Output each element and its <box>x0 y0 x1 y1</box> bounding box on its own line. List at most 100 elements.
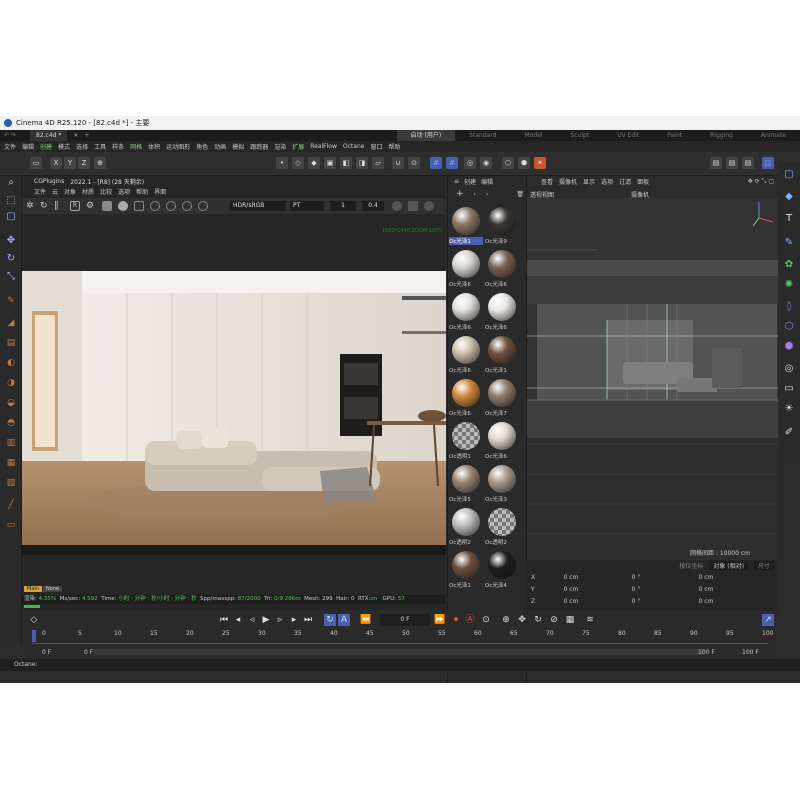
size-field[interactable]: 0 cm <box>671 574 741 581</box>
material-item[interactable]: Oc光泽1 <box>448 205 484 248</box>
layout-tab-uvedit[interactable]: UV Edit <box>603 130 653 141</box>
add-tab-icon[interactable]: + <box>84 132 89 139</box>
region-render-icon[interactable]: R <box>70 201 80 211</box>
pick-focus-icon[interactable] <box>150 201 160 211</box>
kernel-select[interactable]: PT <box>290 201 324 211</box>
coordinate-mode-select[interactable]: 对象 (相对) <box>709 561 748 570</box>
rotation-field[interactable]: 0 ° <box>601 598 671 605</box>
menu-animate[interactable]: 动画 <box>214 142 226 151</box>
rotation-field[interactable]: 0 ° <box>601 574 671 581</box>
prev-frame-icon[interactable]: ◃ <box>246 614 258 626</box>
rotation-field[interactable]: 0 ° <box>601 586 671 593</box>
menu-render[interactable]: 渲染 <box>274 142 286 151</box>
snap-icon[interactable]: ⊙ <box>408 157 420 169</box>
keyframe-diamond-icon[interactable]: ◇ <box>28 614 40 626</box>
material-item[interactable]: Oc光泽6 <box>448 291 484 334</box>
material-item[interactable]: Oc透明2 <box>448 506 484 549</box>
range-start-field-b[interactable]: 0 F <box>84 649 93 656</box>
cube-icon[interactable]: ◆ <box>782 190 796 204</box>
environment-icon[interactable]: ◎ <box>782 362 796 376</box>
frame-step-icon[interactable]: ⏪ <box>360 614 372 626</box>
range-slider[interactable] <box>94 649 704 655</box>
material-item[interactable]: Oc光泽1 <box>484 334 520 377</box>
viewport-menu-display[interactable]: 显示 <box>583 177 595 186</box>
menu-window[interactable]: 窗口 <box>370 142 382 151</box>
menu-octane[interactable]: Octane <box>343 143 365 150</box>
menu-tracker[interactable]: 跟踪器 <box>250 142 268 151</box>
viewport-menu-panel[interactable]: 面板 <box>637 177 649 186</box>
material-item[interactable]: Oc光泽7 <box>484 377 520 420</box>
layout-tab-paint[interactable]: Paint <box>653 130 696 141</box>
trash-icon[interactable]: 🗑 <box>516 191 524 198</box>
cube-primitive-icon[interactable]: ◫ <box>762 157 774 169</box>
position-field[interactable]: 0 cm <box>541 574 601 581</box>
render-active-icon[interactable]: ▤ <box>726 157 738 169</box>
go-to-end-icon[interactable]: ⏭ <box>302 614 314 626</box>
close-tab-icon[interactable]: ✕ <box>73 132 78 139</box>
range-end-field-b[interactable]: 100 F <box>742 649 759 656</box>
menu-create[interactable]: 创建 <box>40 142 52 151</box>
pick-white-balance-icon[interactable] <box>198 201 208 211</box>
knife-icon[interactable]: ◢ <box>4 316 18 330</box>
texture-mode-icon[interactable]: ◨ <box>356 157 368 169</box>
go-to-start-icon[interactable]: ⏮ <box>218 614 230 626</box>
axis-z-button[interactable]: Z <box>78 157 90 169</box>
brush-icon[interactable]: ✎ <box>4 294 18 308</box>
points-mode-icon[interactable]: • <box>276 157 288 169</box>
position-key-icon[interactable]: ⊕ <box>500 614 512 626</box>
apply-button[interactable]: 按位坐标 <box>679 561 703 570</box>
pla-key-icon[interactable]: ▦ <box>564 614 576 626</box>
nav-forward-icon[interactable]: › <box>486 191 488 198</box>
polygon-pen-icon[interactable]: ◓ <box>4 416 18 430</box>
material-item[interactable]: Oc光泽4 <box>484 549 520 592</box>
frame-forward-icon[interactable]: ⏩ <box>434 614 446 626</box>
scale-key-icon[interactable]: ✥ <box>516 614 528 626</box>
weld-icon[interactable]: ▥ <box>4 436 18 450</box>
magnet-icon[interactable]: ∪ <box>392 157 404 169</box>
frame-icon[interactable] <box>408 201 418 211</box>
octane-menu-objects[interactable]: 对象 <box>64 187 76 196</box>
smooth-brush-icon[interactable]: ▧ <box>4 476 18 490</box>
octane-settings-icon[interactable]: ⬢ <box>518 157 530 169</box>
octane-live-icon[interactable]: ✶ <box>534 157 546 169</box>
keyframe-selection-icon[interactable]: ⊙ <box>480 614 492 626</box>
bevel-icon[interactable]: ◐ <box>4 356 18 370</box>
loop-cut-icon[interactable]: ◒ <box>4 396 18 410</box>
model-mode-icon[interactable]: ◧ <box>340 157 352 169</box>
layout-tab-rigging[interactable]: Rigging <box>696 130 747 141</box>
colorspace-select[interactable]: HDR/sRGB <box>230 201 286 211</box>
grid-snap-icon[interactable]: # <box>430 157 442 169</box>
layout-tab-model[interactable]: Model <box>510 130 556 141</box>
material-menu-create[interactable]: 创建 <box>464 177 476 186</box>
lock-icon[interactable] <box>102 201 112 211</box>
viewport-menu-filter[interactable]: 过滤 <box>619 177 631 186</box>
next-key-icon[interactable]: ▸ <box>288 614 300 626</box>
sculpt-icon[interactable]: ╱ <box>4 498 18 512</box>
search-icon[interactable]: ⌕ <box>4 176 18 190</box>
cloner-icon[interactable]: ✿ <box>782 258 796 272</box>
live-selection-icon[interactable]: ▭ <box>30 157 42 169</box>
render-picture-icon[interactable]: ▤ <box>742 157 754 169</box>
octane-menu-cloud[interactable]: 云 <box>52 187 58 196</box>
workplane-icon[interactable]: ▱ <box>372 157 384 169</box>
hexagon-icon[interactable] <box>392 201 402 211</box>
coordinate-size-select[interactable]: 尺寸 <box>753 561 774 570</box>
material-item[interactable]: Oc光泽1 <box>448 549 484 592</box>
add-material-icon[interactable]: + <box>456 189 464 199</box>
pick-object-icon[interactable] <box>182 201 192 211</box>
viewport-menu-view[interactable]: 查看 <box>541 177 553 186</box>
pass-none-badge[interactable]: None <box>42 586 62 592</box>
menu-select[interactable]: 选择 <box>76 142 88 151</box>
hamburger-icon[interactable]: ≡ <box>454 178 459 185</box>
material-menu-edit[interactable]: 编辑 <box>481 177 493 186</box>
octane-menu-compare[interactable]: 比较 <box>100 187 112 196</box>
field-icon[interactable]: ⬡ <box>782 320 796 334</box>
material-item[interactable]: Oc光泽6 <box>484 248 520 291</box>
autokey-icon[interactable]: Ⓐ <box>464 614 476 626</box>
menu-extensions[interactable]: 扩展 <box>292 142 304 151</box>
render-settings-icon[interactable]: ◉ <box>480 157 492 169</box>
param-key-icon[interactable]: ⊘ <box>548 614 560 626</box>
select-tool-icon[interactable]: ⬚ <box>4 194 18 208</box>
volume-icon[interactable]: ⬢ <box>782 340 796 354</box>
restart-icon[interactable]: ↻ <box>40 201 50 211</box>
